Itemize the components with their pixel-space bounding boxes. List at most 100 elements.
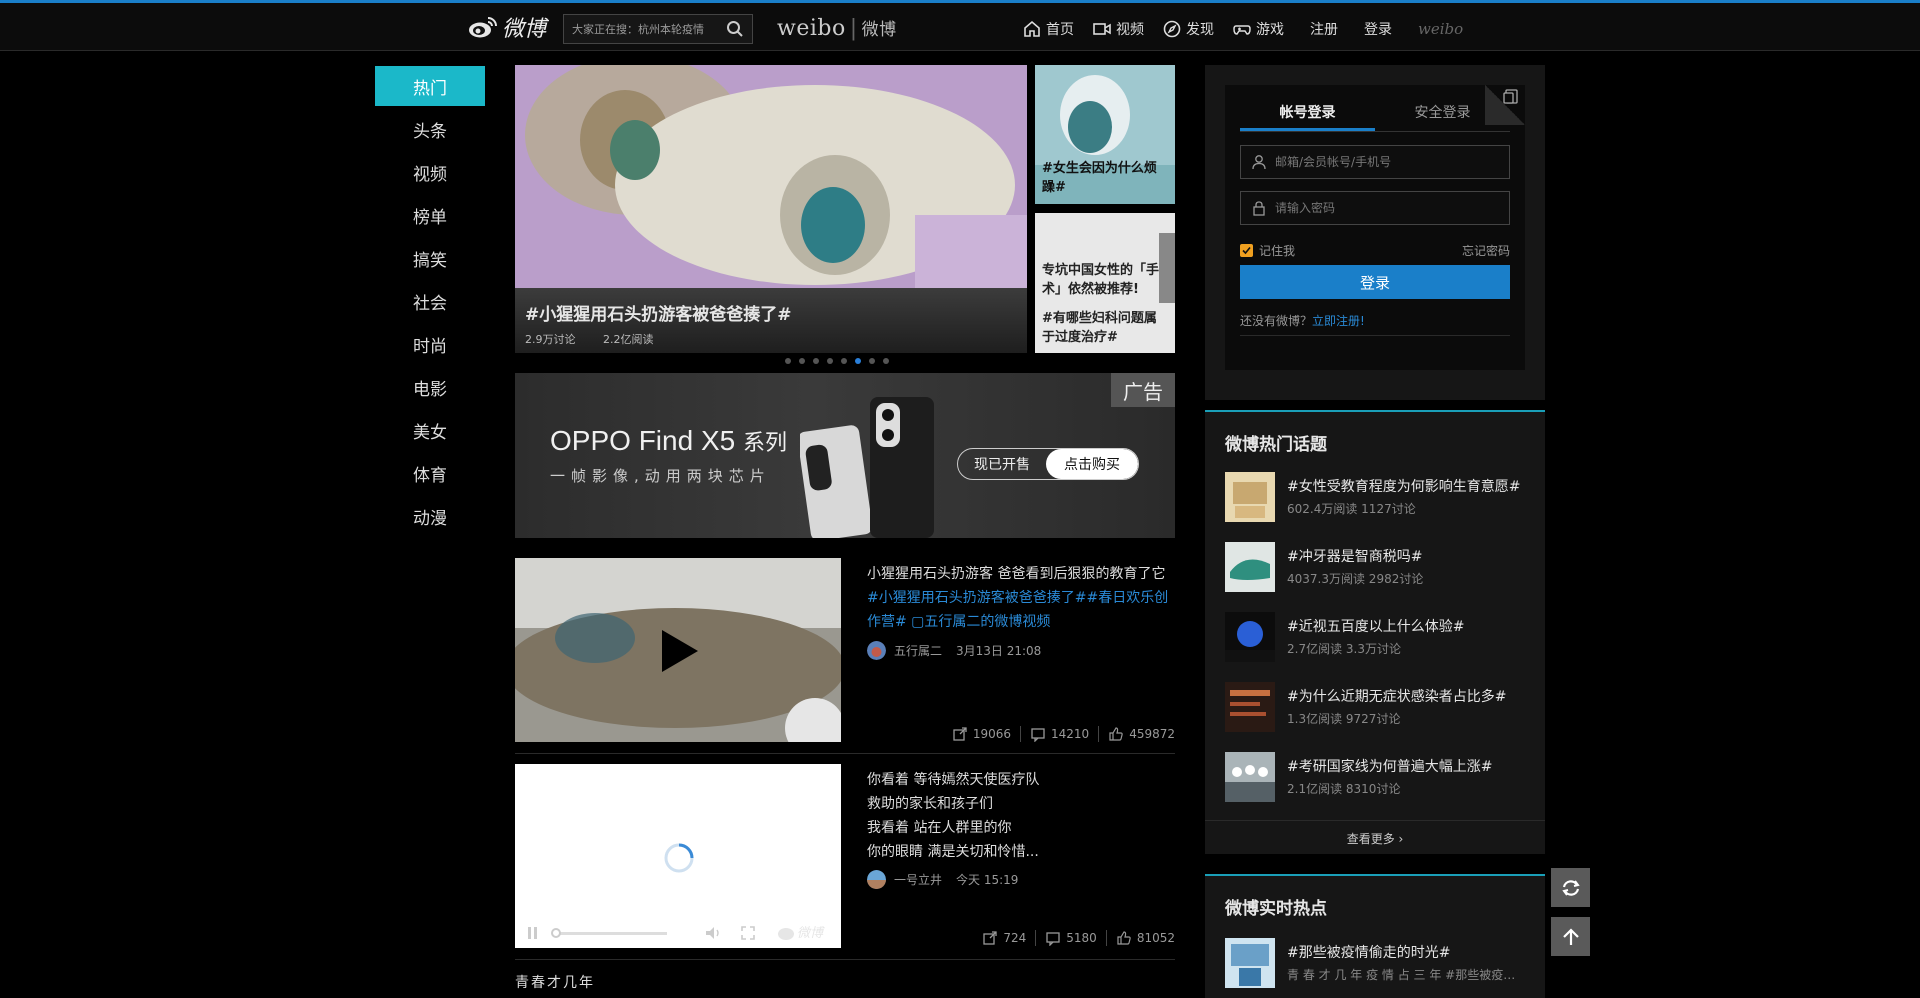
progress-bar[interactable] — [555, 932, 667, 935]
ad-subtitle: 一帧影像,动用两块芯片 — [550, 467, 771, 485]
brand-cn: 微博 — [861, 20, 897, 40]
password-input[interactable] — [1275, 201, 1499, 215]
tab-account-login[interactable]: 帐号登录 — [1240, 100, 1375, 131]
login-link[interactable]: 登录 — [1364, 19, 1392, 39]
topic-item[interactable]: #那些被疫情偷走的时光# 青 春 才 几 年 疫 情 占 三 年 #那些被疫情偷… — [1225, 938, 1527, 988]
volume-icon[interactable] — [705, 926, 723, 940]
feed-title[interactable]: 小猩猩用石头扔游客 爸爸看到后狠狠的教育了它 — [867, 562, 1173, 586]
feed-tags[interactable]: #小猩猩用石头扔游客被爸爸揍了##春日欢乐创作营# ▢五行属二的微博视频 — [867, 586, 1173, 634]
remember-me[interactable]: 记住我 — [1240, 242, 1295, 259]
carousel-dot[interactable] — [785, 358, 791, 364]
fullscreen-icon[interactable] — [741, 926, 755, 940]
menu-item-video[interactable]: 视频 — [375, 151, 485, 194]
weibo-mini-logo[interactable]: weibo — [1418, 20, 1463, 38]
topic-name[interactable]: #女性受教育程度为何影响生育意愿# — [1287, 476, 1527, 496]
side-thumb-2[interactable]: 专坑中国女性的「手术」依然被推荐! #有哪些妇科问题属于过度治疗# — [1035, 213, 1175, 353]
carousel-dot[interactable] — [827, 358, 833, 364]
lock-icon — [1253, 201, 1265, 216]
menu-item-movie[interactable]: 电影 — [375, 366, 485, 409]
menu-item-funny[interactable]: 搞笑 — [375, 237, 485, 280]
topic-name[interactable]: #冲牙器是智商税吗# — [1287, 546, 1527, 566]
ad-on-sale[interactable]: 现已开售 — [958, 449, 1046, 479]
register-link[interactable]: 注册 — [1310, 19, 1338, 39]
ad-buy-button[interactable]: 点击购买 — [1046, 449, 1138, 479]
qr-code-icon[interactable] — [1503, 89, 1519, 105]
carousel-dot[interactable] — [869, 358, 875, 364]
topic-name[interactable]: #为什么近期无症状感染者占比多# — [1287, 686, 1527, 706]
like-stat[interactable]: 81052 — [1105, 930, 1175, 946]
topic-item[interactable]: #冲牙器是智商税吗# 4037.3万阅读 2982讨论 — [1225, 542, 1525, 592]
share-stat[interactable]: 19066 — [943, 726, 1020, 742]
search-box[interactable] — [563, 14, 753, 44]
feed-line-1[interactable]: 你看着 等待嫣然天使医疗队 — [867, 768, 1173, 792]
topic-item[interactable]: #为什么近期无症状感染者占比多# 1.3亿阅读 9727讨论 — [1225, 682, 1525, 732]
video-player[interactable]: 微博 — [515, 764, 841, 948]
carousel-dot[interactable] — [841, 358, 847, 364]
hero-title[interactable]: #小猩猩用石头扔游客被爸爸揍了# — [525, 300, 1017, 325]
channel-menu: 热门 头条 视频 榜单 搞笑 社会 时尚 电影 美女 体育 动漫 — [375, 66, 485, 538]
topic-item[interactable]: #考研国家线为何普遍大幅上涨# 2.1亿阅读 8310讨论 — [1225, 752, 1525, 802]
feed-text: 小猩猩用石头扔游客 爸爸看到后狠狠的教育了它 #小猩猩用石头扔游客被爸爸揍了##… — [867, 562, 1173, 634]
login-button[interactable]: 登录 — [1240, 265, 1510, 299]
topic-item[interactable]: #女性受教育程度为何影响生育意愿# 602.4万阅读 1127讨论 — [1225, 472, 1525, 522]
author-name[interactable]: 五行属二 — [894, 642, 942, 659]
share-stat[interactable]: 724 — [973, 930, 1035, 946]
feed-line-3[interactable]: 我看着 站在人群里的你 — [867, 816, 1173, 840]
search-icon[interactable] — [726, 20, 744, 38]
username-input[interactable] — [1275, 155, 1499, 169]
remember-checkbox[interactable] — [1240, 244, 1253, 257]
back-to-top-button[interactable] — [1551, 917, 1590, 956]
next-feed-text[interactable]: 青春才几年 — [515, 972, 595, 992]
avatar[interactable] — [867, 641, 886, 660]
topic-name[interactable]: #近视五百度以上什么体验# — [1287, 616, 1527, 636]
carousel-dot[interactable] — [799, 358, 805, 364]
search-input[interactable] — [572, 22, 726, 36]
nav-home[interactable]: 首页 — [1022, 19, 1074, 39]
play-icon[interactable] — [660, 628, 700, 674]
topic-name[interactable]: #考研国家线为何普遍大幅上涨# — [1287, 756, 1527, 776]
username-field[interactable] — [1240, 145, 1510, 179]
nav-game[interactable]: 游戏 — [1232, 19, 1284, 39]
menu-item-hot[interactable]: 热门 — [375, 66, 485, 106]
topic-name[interactable]: #那些被疫情偷走的时光# — [1287, 942, 1527, 962]
author-name[interactable]: 一号立井 — [894, 871, 942, 888]
nav-video[interactable]: 视频 — [1092, 19, 1144, 39]
see-more-link[interactable]: 查看更多 › — [1205, 820, 1545, 856]
menu-item-society[interactable]: 社会 — [375, 280, 485, 323]
like-stat[interactable]: 459872 — [1098, 726, 1175, 742]
menu-item-beauty[interactable]: 美女 — [375, 409, 485, 452]
carousel-dot-active[interactable] — [855, 358, 861, 364]
feed-author: 一号立井 今天 15:19 — [867, 870, 1018, 889]
topic-item[interactable]: #近视五百度以上什么体验# 2.7亿阅读 3.3万讨论 — [1225, 612, 1525, 662]
carousel-dot[interactable] — [813, 358, 819, 364]
avatar[interactable] — [867, 870, 886, 889]
feed-line-4[interactable]: 你的眼睛 满是关切和怜惜... — [867, 840, 1173, 864]
register-now-link[interactable]: 立即注册! — [1312, 314, 1365, 328]
comment-stat[interactable]: 14210 — [1020, 726, 1098, 742]
refresh-icon — [1561, 879, 1580, 896]
side-thumb-1[interactable]: #女生会因为什么烦躁# — [1035, 65, 1175, 204]
video-thumbnail[interactable] — [515, 558, 841, 742]
menu-item-sports[interactable]: 体育 — [375, 452, 485, 495]
comment-stat[interactable]: 5180 — [1035, 930, 1106, 946]
top-bar: 微博 weibo|微博 首页 视频 发现 游戏 注册 登录 weibo — [0, 0, 1920, 51]
feed-line-2[interactable]: 救助的家长和孩子们 — [867, 792, 1173, 816]
weibo-watermark-icon: 微博 — [778, 926, 825, 941]
progress-handle[interactable] — [551, 928, 561, 938]
ad-banner[interactable]: OPPO Find X5 系列 一帧影像,动用两块芯片 广告 现已开售 点击购买 — [515, 373, 1175, 538]
menu-item-headlines[interactable]: 头条 — [375, 108, 485, 151]
weibo-logo[interactable]: 微博 — [468, 14, 546, 42]
feed-text: 你看着 等待嫣然天使医疗队 救助的家长和孩子们 我看着 站在人群里的你 你的眼睛… — [867, 768, 1173, 864]
menu-item-fashion[interactable]: 时尚 — [375, 323, 485, 366]
no-account-text: 还没有微博？ — [1240, 314, 1313, 328]
carousel-dot[interactable] — [883, 358, 889, 364]
top-nav: 首页 视频 发现 游戏 注册 登录 weibo — [1022, 15, 1463, 43]
menu-item-rank[interactable]: 榜单 — [375, 194, 485, 237]
nav-discover[interactable]: 发现 — [1162, 19, 1214, 39]
forgot-password-link[interactable]: 忘记密码 — [1462, 242, 1510, 259]
menu-item-anime[interactable]: 动漫 — [375, 495, 485, 538]
password-field[interactable] — [1240, 191, 1510, 225]
pause-icon[interactable] — [527, 926, 539, 940]
refresh-button[interactable] — [1551, 868, 1590, 907]
hero-banner[interactable]: #小猩猩用石头扔游客被爸爸揍了# 2.9万讨论 2.2亿阅读 — [515, 65, 1027, 353]
